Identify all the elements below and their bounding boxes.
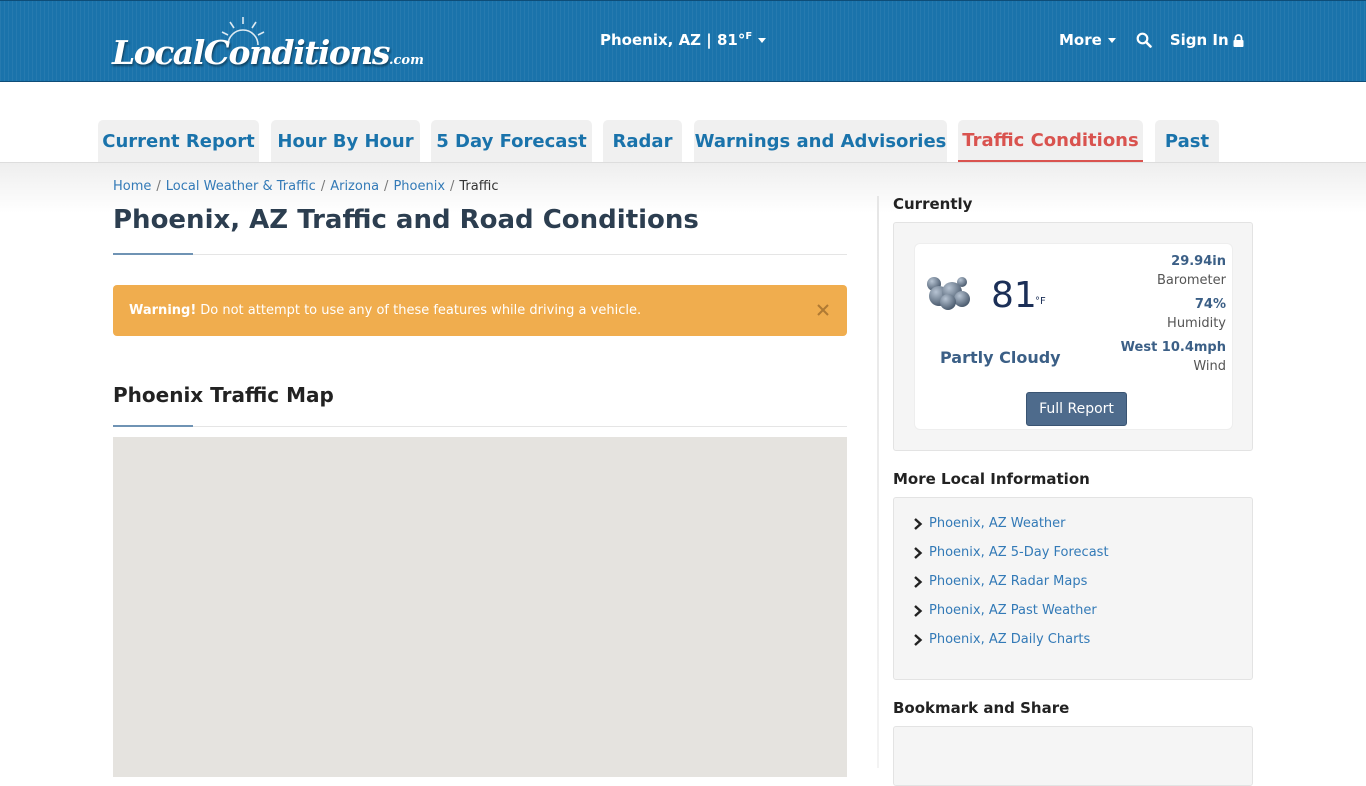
humidity-label: Humidity <box>1167 316 1226 331</box>
close-icon[interactable] <box>816 303 830 317</box>
top-navbar: LocalConditions.com Phoenix, AZ | 81°F M… <box>0 0 1366 82</box>
logo-wordmark: LocalConditions.com <box>112 33 424 72</box>
sign-in-link[interactable]: Sign In <box>1170 31 1244 49</box>
tab-hour-by-hour[interactable]: Hour By Hour <box>271 120 420 162</box>
link-phoenix-5-day-forecast[interactable]: Phoenix, AZ 5-Day Forecast <box>929 545 1109 560</box>
condition-text: Partly Cloudy <box>940 348 1061 367</box>
current-temperature: 81 <box>991 275 1037 316</box>
header-nav: More Sign In <box>1059 31 1244 49</box>
tab-label: Hour By Hour <box>277 130 414 152</box>
current-weather-panel: 81 °F Partly Cloudy 29.94in Barometer 74… <box>893 222 1253 451</box>
chevron-right-icon <box>914 547 923 559</box>
chevron-down-icon <box>1107 38 1116 43</box>
bookmark-heading: Bookmark and Share <box>893 699 1070 717</box>
section-tabs: Current Report Hour By Hour 5 Day Foreca… <box>0 83 1366 163</box>
breadcrumb: Home / Local Weather & Traffic / Arizona / Pho… <box>113 179 498 194</box>
partly-cloudy-icon <box>927 277 970 310</box>
barometer-label: Barometer <box>1157 273 1226 288</box>
page-title: Phoenix, AZ Traffic and Road Conditions <box>113 205 699 235</box>
column-divider <box>877 196 879 768</box>
tab-label: Traffic Conditions <box>962 129 1139 151</box>
breadcrumb-local-weather-traffic[interactable]: Local Weather & Traffic <box>166 179 316 194</box>
tab-past[interactable]: Past <box>1155 120 1219 162</box>
chevron-right-icon <box>914 634 923 646</box>
search-icon[interactable] <box>1136 32 1152 48</box>
tab-traffic-conditions[interactable]: Traffic Conditions <box>958 120 1143 162</box>
tab-5-day-forecast[interactable]: 5 Day Forecast <box>431 120 592 162</box>
location-dropdown[interactable]: Phoenix, AZ | 81°F <box>600 31 767 49</box>
currently-heading: Currently <box>893 195 973 213</box>
full-report-button[interactable]: Full Report <box>1026 392 1127 426</box>
site-logo[interactable]: LocalConditions.com <box>112 15 424 77</box>
link-phoenix-radar-maps[interactable]: Phoenix, AZ Radar Maps <box>929 574 1087 589</box>
location-label: Phoenix, AZ | 81° <box>600 31 746 49</box>
more-menu[interactable]: More <box>1059 31 1116 49</box>
breadcrumb-phoenix[interactable]: Phoenix <box>393 179 445 194</box>
tab-label: Warnings and Advisories <box>694 130 947 152</box>
sign-in-label: Sign In <box>1169 31 1229 49</box>
tab-warnings-and-advisories[interactable]: Warnings and Advisories <box>694 120 947 162</box>
map-section-title: Phoenix Traffic Map <box>113 383 334 407</box>
tab-label: Current Report <box>102 130 255 152</box>
barometer-value: 29.94in <box>1171 254 1226 269</box>
breadcrumb-arizona[interactable]: Arizona <box>330 179 379 194</box>
traffic-map[interactable] <box>113 437 847 777</box>
more-info-heading: More Local Information <box>893 470 1090 488</box>
list-item: Phoenix, AZ Radar Maps <box>913 574 1252 603</box>
list-item: Phoenix, AZ 5-Day Forecast <box>913 545 1252 574</box>
more-label: More <box>1059 31 1102 49</box>
link-phoenix-past-weather[interactable]: Phoenix, AZ Past Weather <box>929 603 1097 618</box>
link-phoenix-weather[interactable]: Phoenix, AZ Weather <box>929 516 1066 531</box>
alert-text: Do not attempt to use any of these featu… <box>200 303 642 318</box>
breadcrumb-separator: / <box>156 179 161 194</box>
breadcrumb-separator: / <box>320 179 326 194</box>
tab-label: Radar <box>612 130 673 152</box>
list-item: Phoenix, AZ Weather <box>913 516 1252 545</box>
breadcrumb-current: Traffic <box>459 179 499 194</box>
main-content: Phoenix, AZ Traffic and Road Conditions … <box>113 200 847 777</box>
chevron-down-icon <box>758 38 767 43</box>
tab-label: Past <box>1164 130 1210 152</box>
more-info-panel: Phoenix, AZ Weather Phoenix, AZ 5-Day Fo… <box>893 497 1253 680</box>
chevron-right-icon <box>914 518 923 530</box>
logo-suffix: .com <box>388 53 424 68</box>
alert-strong: Warning! <box>129 303 197 318</box>
tab-radar[interactable]: Radar <box>603 120 682 162</box>
wind-value: West 10.4mph <box>1120 340 1226 355</box>
title-divider <box>113 253 847 255</box>
wind-label: Wind <box>1193 359 1226 374</box>
divider-accent <box>113 425 193 427</box>
more-info-list: Phoenix, AZ Weather Phoenix, AZ 5-Day Fo… <box>894 498 1252 661</box>
chevron-right-icon <box>914 576 923 588</box>
tab-current-report[interactable]: Current Report <box>98 120 259 162</box>
tab-label: 5 Day Forecast <box>436 130 587 152</box>
location-unit: F <box>745 31 753 42</box>
logo-text: LocalConditions <box>112 33 390 72</box>
list-item: Phoenix, AZ Past Weather <box>913 603 1252 632</box>
warning-alert: Warning! Do not attempt to use any of th… <box>113 285 847 336</box>
current-weather-card: 81 °F Partly Cloudy 29.94in Barometer 74… <box>914 243 1233 430</box>
breadcrumb-home[interactable]: Home <box>113 179 151 194</box>
link-phoenix-daily-charts[interactable]: Phoenix, AZ Daily Charts <box>929 632 1090 647</box>
chevron-right-icon <box>914 605 923 617</box>
map-title-divider <box>113 425 847 427</box>
breadcrumb-separator: / <box>450 179 455 194</box>
divider-accent <box>113 253 193 255</box>
breadcrumb-separator: / <box>384 179 389 194</box>
temperature-unit: °F <box>1035 296 1046 307</box>
list-item: Phoenix, AZ Daily Charts <box>913 632 1252 661</box>
humidity-value: 74% <box>1194 297 1226 312</box>
lock-icon <box>1233 33 1244 47</box>
bookmark-share-panel <box>893 726 1253 786</box>
